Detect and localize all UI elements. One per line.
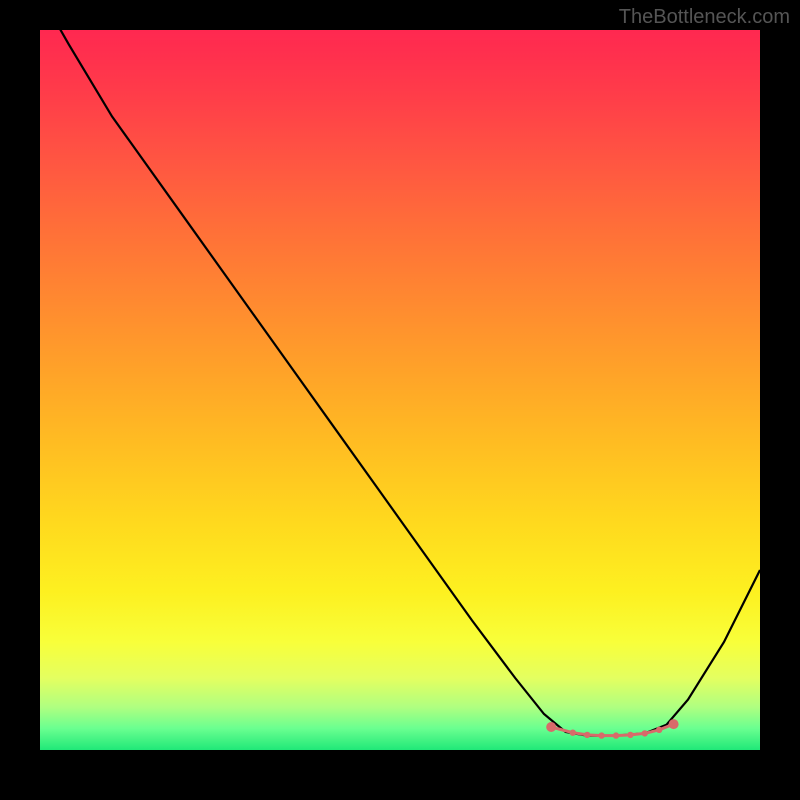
- marker-dot: [570, 730, 576, 736]
- marker-dot: [656, 727, 662, 733]
- marker-dot: [546, 722, 556, 732]
- marker-dot: [598, 732, 604, 738]
- watermark-text: TheBottleneck.com: [619, 6, 790, 29]
- marker-dot: [584, 732, 590, 738]
- plot-area: [40, 30, 760, 750]
- optimal-range-markers: [546, 719, 678, 739]
- marker-dot: [642, 730, 648, 736]
- bottleneck-curve-line: [40, 30, 760, 736]
- marker-dot: [627, 732, 633, 738]
- chart-svg: [40, 30, 760, 750]
- marker-dot: [613, 732, 619, 738]
- marker-dot: [669, 719, 679, 729]
